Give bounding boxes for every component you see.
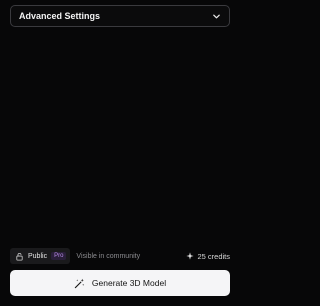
generate-3d-model-button[interactable]: Generate 3D Model [10,270,230,296]
generation-footer: Public Pro Visible in community 25 credi… [10,247,230,265]
magic-wand-icon [74,278,85,289]
chevron-down-icon [211,11,221,21]
sparkle-icon [186,252,195,260]
lock-icon [14,251,24,261]
credits-text: 25 credits [197,251,230,261]
generate-button-label: Generate 3D Model [91,278,167,288]
visibility-toggle[interactable]: Public Pro [10,248,71,264]
credits-indicator: 25 credits [186,252,230,261]
visibility-description: Visible in community [76,252,141,260]
advanced-settings-toggle[interactable]: Advanced Settings [10,5,230,27]
visibility-group: Public Pro Visible in community [10,248,140,264]
settings-panel: Advanced Settings Public Pro Visible in … [0,0,240,306]
pro-badge: Pro [51,252,67,260]
visibility-label: Public [28,252,48,260]
advanced-settings-title: Advanced Settings [19,11,101,21]
